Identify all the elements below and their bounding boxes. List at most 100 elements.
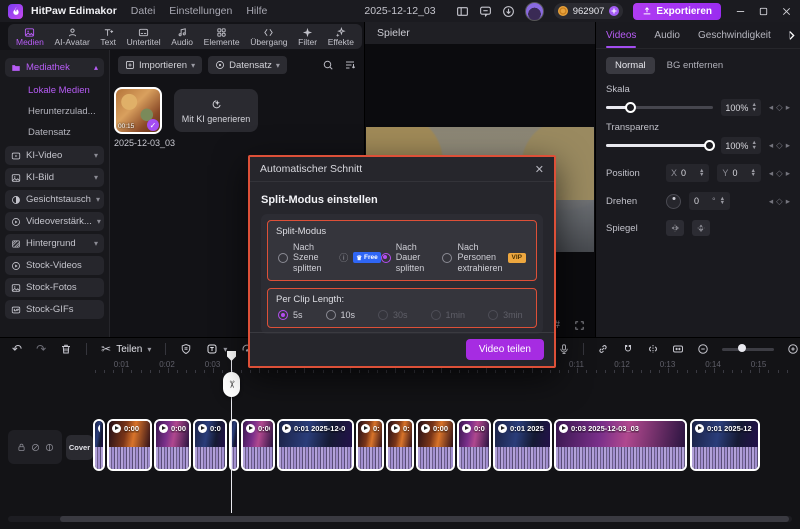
split-mode-option-nach-szene-splitten[interactable]: Nach Szene splittenⓘ♛Free (278, 242, 381, 273)
sidebar-item-datensatz[interactable]: Datensatz (0, 122, 109, 143)
text-tool-button[interactable]: ▾ (206, 343, 227, 355)
mirror-playback-icon[interactable] (647, 343, 659, 355)
clip-length-option-5s[interactable]: 5s (278, 310, 303, 320)
ribbon-item-effekte[interactable]: Effekte (328, 27, 354, 47)
menu-datei[interactable]: Datei (131, 5, 156, 17)
menu-einstellungen[interactable]: Einstellungen (169, 5, 232, 17)
redo-icon[interactable]: ↷ (36, 343, 46, 355)
sidebar-item-stock-fotos[interactable]: Stock-Fotos (5, 278, 104, 297)
radio-icon[interactable] (278, 253, 288, 263)
record-voiceover-icon[interactable] (558, 343, 570, 355)
playhead-scissors-handle[interactable]: ✂ (223, 372, 240, 397)
stepper-icon[interactable]: ▲▼ (720, 197, 725, 206)
generate-with-ai-button[interactable]: Mit KI generieren (174, 89, 258, 132)
rotate-input[interactable]: 0 ° ▲▼ (689, 192, 730, 210)
rotate-dial[interactable] (666, 194, 681, 209)
tab-audio[interactable]: Audio (654, 22, 680, 48)
zoom-in-icon[interactable] (787, 343, 799, 355)
dataset-dropdown[interactable]: Datensatz ▾ (208, 56, 287, 74)
stepper-icon[interactable]: ▲▼ (750, 169, 755, 178)
ribbon-item-medien[interactable]: Medien (16, 27, 44, 47)
lock-track-icon[interactable] (17, 443, 26, 452)
split-button[interactable]: ✂ Teilen ▾ (101, 343, 151, 355)
ribbon-item-bergang[interactable]: Übergang (250, 27, 287, 47)
timeline-clip[interactable]: 0:03 2025-12-03_03 (554, 419, 687, 471)
sidebar-item-ki-video[interactable]: KI-Video▾ (5, 146, 104, 165)
sidebar-item-gesichtstausch[interactable]: Gesichtstausch▾ (5, 190, 104, 209)
split-mode-option-nach-dauer-splitten[interactable]: Nach Dauer splitten (381, 242, 443, 273)
user-avatar[interactable] (525, 2, 544, 21)
info-icon[interactable]: ⓘ (339, 251, 348, 264)
flip-horizontal-button[interactable] (666, 220, 684, 236)
radio-icon[interactable] (431, 310, 441, 320)
radio-icon[interactable] (326, 310, 336, 320)
minimize-icon[interactable] (735, 6, 746, 17)
ribbon-item-audio[interactable]: Audio (171, 27, 193, 47)
clip-length-option-10s[interactable]: 10s (326, 310, 356, 320)
flip-vertical-button[interactable] (692, 220, 710, 236)
timeline-clip[interactable]: 0:00 (416, 419, 455, 471)
ribbon-item-untertitel[interactable]: Untertitel (127, 27, 161, 47)
split-mode-option-nach-personen-extrahieren[interactable]: Nach Personen extrahierenVIP (442, 242, 526, 273)
ribbon-item-ai-avatar[interactable]: AI-Avatar (55, 27, 90, 47)
position-y-input[interactable]: Y 0 ▲▼ (717, 164, 760, 182)
radio-icon[interactable] (381, 253, 391, 263)
timeline-clip[interactable]: 0:00 (241, 419, 275, 471)
timeline-clip[interactable]: 0:0 (193, 419, 227, 471)
undo-icon[interactable]: ↶ (12, 343, 22, 355)
sidebar-item-mediathek[interactable]: Mediathek▴ (5, 58, 104, 77)
tab-videos[interactable]: Videos (606, 22, 636, 48)
opacity-keyframe-controls[interactable]: ◂◇▸ (769, 140, 790, 151)
fit-timeline-icon[interactable] (672, 343, 684, 355)
hide-track-icon[interactable] (31, 443, 40, 452)
sidebar-item-videoverst-rk[interactable]: Videoverstärk...▾ (5, 212, 104, 231)
rotate-keyframe-controls[interactable]: ◂◇▸ (769, 196, 790, 207)
radio-icon[interactable] (278, 310, 288, 320)
fullscreen-icon[interactable] (574, 320, 585, 331)
media-thumbnail[interactable]: 00:15 ✓ (114, 87, 162, 134)
timeline-zoom-slider[interactable] (722, 348, 774, 351)
feedback-icon[interactable] (479, 5, 492, 18)
opacity-slider[interactable] (606, 144, 713, 147)
timeline-clip[interactable]: 0: (356, 419, 384, 471)
cover-button[interactable]: Cover (66, 435, 93, 460)
sidebar-item-hintergrund[interactable]: Hintergrund▾ (5, 234, 104, 253)
radio-icon[interactable] (442, 253, 452, 263)
timeline-clip[interactable]: 0:00 (154, 419, 191, 471)
layout-panels-icon[interactable] (456, 5, 469, 18)
close-icon[interactable] (781, 6, 792, 17)
ribbon-item-elemente[interactable]: Elemente (204, 27, 240, 47)
timeline-clip[interactable]: 0:0 (457, 419, 491, 471)
search-icon[interactable] (322, 59, 334, 71)
sort-icon[interactable] (344, 59, 356, 71)
tab-geschwindigkeit[interactable]: Geschwindigkeit (698, 22, 771, 48)
add-credits-icon[interactable] (608, 5, 620, 17)
sidebar-item-ki-bild[interactable]: KI-Bild▾ (5, 168, 104, 187)
scale-value-box[interactable]: 100% ▲▼ (721, 99, 760, 116)
stepper-icon[interactable]: ▲▼ (699, 169, 704, 178)
mute-track-icon[interactable] (45, 443, 54, 452)
maximize-icon[interactable] (758, 6, 769, 17)
timeline-clip[interactable]: 0:01 2025 (493, 419, 552, 471)
position-keyframe-controls[interactable]: ◂◇▸ (769, 168, 790, 179)
tabs-chevron-right-icon[interactable] (785, 29, 798, 42)
timeline-clip[interactable]: 0:00 (107, 419, 152, 471)
radio-icon[interactable] (488, 310, 498, 320)
mode-normal-button[interactable]: Normal (606, 57, 655, 74)
credits-pill[interactable]: 962907 (554, 3, 624, 19)
sidebar-item-lokale-medien[interactable]: Lokale Medien (0, 80, 109, 101)
horizontal-scrollbar[interactable] (8, 516, 792, 522)
opacity-value-box[interactable]: 100% ▲▼ (721, 137, 760, 154)
sidebar-item-stock-gifs[interactable]: Stock-GIFs (5, 300, 104, 319)
link-clips-icon[interactable] (597, 343, 609, 355)
menu-hilfe[interactable]: Hilfe (246, 5, 267, 17)
delete-icon[interactable] (60, 343, 72, 355)
zoom-out-icon[interactable] (697, 343, 709, 355)
mask-shield-icon[interactable] (180, 343, 192, 355)
download-icon[interactable] (502, 5, 515, 18)
dialog-close-icon[interactable]: ✕ (535, 163, 544, 176)
ribbon-item-text[interactable]: Text (100, 27, 116, 47)
magnet-snap-icon[interactable] (622, 343, 634, 355)
timeline-clip[interactable]: 0:01 2025-12 (690, 419, 760, 471)
ribbon-item-filter[interactable]: Filter (298, 27, 317, 47)
